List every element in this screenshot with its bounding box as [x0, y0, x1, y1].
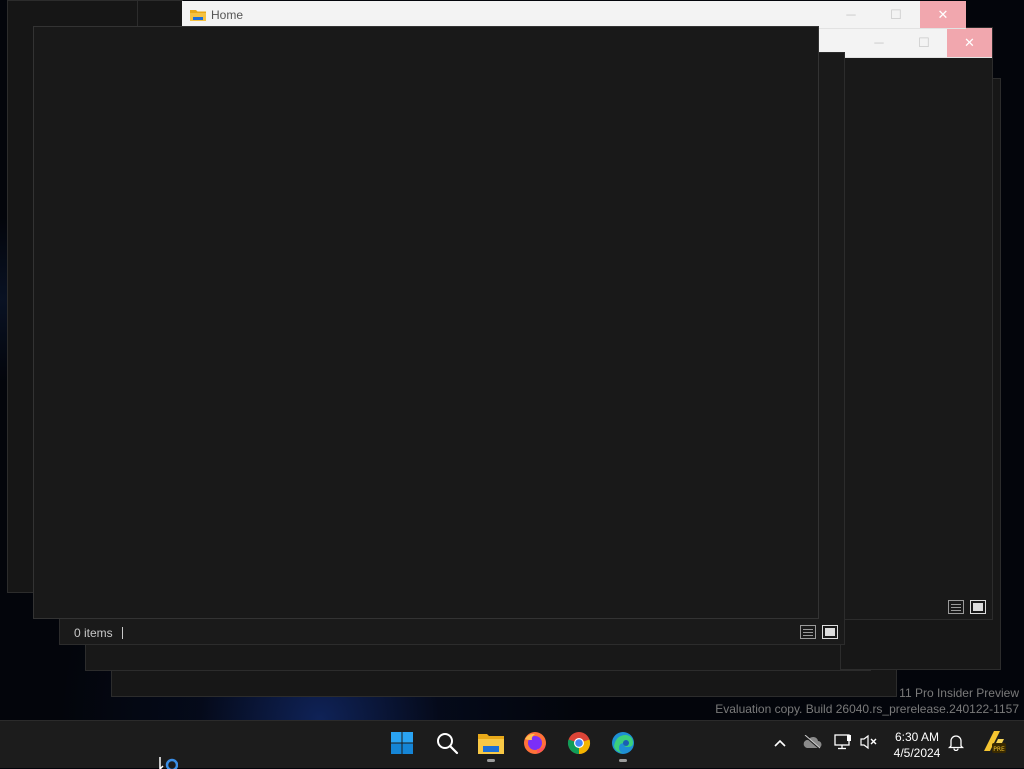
folder-icon [190, 8, 206, 21]
chevron-up-icon [773, 735, 787, 753]
maximize-button[interactable]: ☐ [909, 28, 939, 57]
clock[interactable]: 6:30 AM 4/5/2024 [884, 729, 950, 761]
close-button[interactable]: ✕ [947, 28, 992, 57]
show-hidden-icons-button[interactable] [769, 733, 791, 755]
search-icon [435, 731, 459, 760]
firefox-button[interactable] [517, 727, 553, 763]
background-window-top[interactable] [137, 0, 183, 27]
svg-text:PRE: PRE [993, 746, 1005, 753]
volume-button[interactable] [858, 733, 880, 755]
running-indicator [619, 759, 627, 762]
status-divider [122, 627, 123, 639]
firefox-icon [523, 731, 547, 760]
minimize-button[interactable]: ─ [864, 28, 894, 57]
maximize-button[interactable]: ☐ [881, 1, 911, 28]
running-indicator [487, 759, 495, 762]
chrome-button[interactable] [561, 727, 597, 763]
window-title: Home [211, 8, 244, 22]
busy-cursor-icon [158, 757, 178, 769]
edge-button[interactable] [605, 727, 641, 763]
desktop: ─ ☐ ✕ Home ─ ☐ ✕ 0 items 11 Pro Insider … [0, 0, 1024, 720]
edge-icon [611, 731, 635, 760]
close-icon: ✕ [964, 34, 975, 50]
insider-pre-icon: PRE [980, 729, 1006, 760]
watermark-build: Evaluation copy. Build 26040.rs_prerelea… [715, 702, 1019, 716]
explorer-window-front[interactable] [33, 26, 819, 619]
bell-icon [947, 733, 965, 756]
clock-date: 4/5/2024 [893, 746, 941, 760]
start-button[interactable] [384, 727, 420, 763]
taskbar: 6:30 AM 4/5/2024 PRE [0, 720, 1024, 769]
onedrive-button[interactable] [801, 733, 823, 755]
clock-time: 6:30 AM [894, 730, 940, 744]
minimize-icon: ─ [874, 35, 884, 50]
large-icons-view-icon[interactable] [970, 600, 986, 614]
close-icon: ✕ [937, 6, 949, 22]
folder-icon [478, 732, 504, 759]
file-explorer-button[interactable] [473, 727, 509, 763]
minimize-icon: ─ [846, 7, 856, 22]
network-button[interactable] [832, 733, 854, 755]
watermark-edition: 11 Pro Insider Preview [899, 686, 1019, 700]
insider-preview-button[interactable]: PRE [980, 729, 1006, 760]
windows-logo-icon [390, 731, 414, 760]
details-view-icon[interactable] [948, 600, 964, 614]
close-button[interactable]: ✕ [920, 1, 966, 28]
cloud-offline-icon [802, 734, 822, 754]
large-icons-view-icon[interactable] [822, 625, 838, 639]
notifications-button[interactable] [945, 733, 967, 755]
chrome-icon [567, 731, 591, 760]
maximize-icon: ☐ [890, 6, 902, 22]
search-button[interactable] [429, 727, 465, 763]
details-view-icon[interactable] [800, 625, 816, 639]
network-icon [834, 733, 852, 755]
status-item-count: 0 items [74, 626, 113, 640]
minimize-button[interactable]: ─ [836, 1, 866, 28]
maximize-icon: ☐ [918, 34, 930, 50]
home-window-titlebar[interactable]: Home ─ ☐ ✕ [182, 1, 966, 29]
speaker-muted-icon [860, 734, 878, 755]
